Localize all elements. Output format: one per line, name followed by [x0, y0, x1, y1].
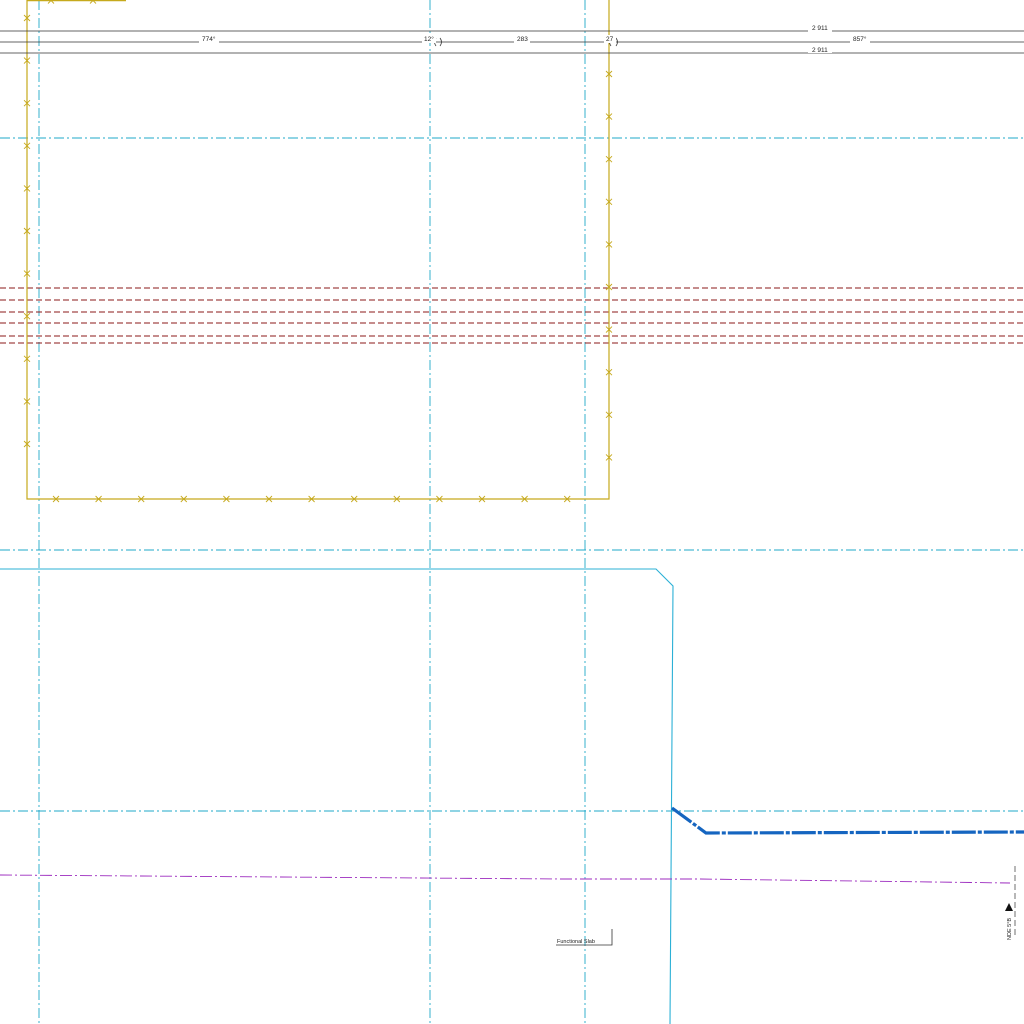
dimension-label-span-5: 857°	[853, 35, 867, 43]
drawing-background	[0, 0, 1024, 1024]
cad-drawing-canvas: 2 911 774° 12° 283 27 857° 2 911 Functio…	[0, 0, 1024, 1024]
callout-label: Functional Slab	[557, 939, 595, 945]
side-marker-label: NDE 5°B	[1007, 918, 1013, 940]
dimension-label-span-1: 774°	[202, 35, 216, 43]
dimension-label-span-3: 283	[517, 36, 528, 43]
dimension-label-bottom: 2 911	[812, 47, 828, 54]
dimension-label-span-2: 12°	[424, 35, 434, 43]
dimension-label-span-4: 27	[606, 36, 614, 43]
dimension-label-top: 2 911	[812, 25, 828, 32]
